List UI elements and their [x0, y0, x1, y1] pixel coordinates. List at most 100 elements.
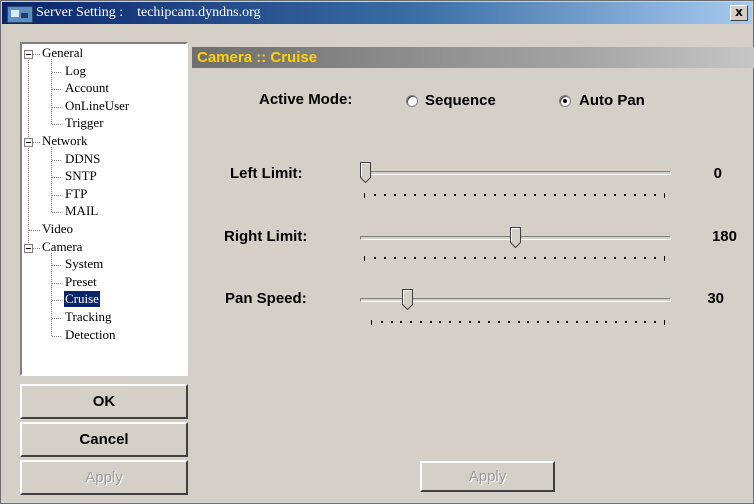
tree-item-tracking[interactable]: Tracking: [64, 309, 112, 327]
slider-tick: [584, 194, 586, 196]
tree-item-sntp[interactable]: SNTP: [64, 168, 98, 186]
tree-root-line: [28, 54, 29, 248]
slider-tick: [504, 194, 506, 196]
tree-item-ftp[interactable]: FTP: [64, 186, 88, 204]
slider-tick: [444, 194, 446, 196]
tree-connector: [52, 194, 62, 196]
slider-tick: [615, 321, 617, 323]
slider-tick: [364, 193, 365, 198]
slider-tick: [554, 257, 556, 259]
slider-tick: [594, 257, 596, 259]
slider-thumb[interactable]: [510, 227, 521, 248]
right-limit-label: Right Limit:: [224, 228, 308, 245]
cancel-button[interactable]: Cancel: [20, 422, 188, 457]
tree-connector: [52, 89, 62, 91]
tree-item-trigger[interactable]: Trigger: [64, 115, 105, 133]
slider-tick: [574, 257, 576, 259]
slider-tick: [394, 257, 396, 259]
slider-tick: [374, 194, 376, 196]
slider-tick: [478, 321, 480, 323]
slider-tick: [524, 194, 526, 196]
slider-tick: [430, 321, 432, 323]
close-button[interactable]: x: [730, 5, 748, 21]
tree-item-label: Video: [42, 221, 73, 236]
server-setting-window: Server Setting : techipcam.dyndns.org x G…: [0, 0, 754, 504]
collapse-icon[interactable]: [24, 243, 33, 253]
slider-tick: [644, 257, 646, 259]
slider-tick: [634, 194, 636, 196]
tree-item-account[interactable]: Account: [64, 80, 110, 98]
panel-title: Camera :: Cruise: [192, 47, 754, 68]
apply-button[interactable]: Apply: [420, 461, 555, 492]
slider-tick: [514, 257, 516, 259]
slider-tick: [404, 257, 406, 259]
slider-tick: [634, 257, 636, 259]
tree-item-mail[interactable]: MAIL: [64, 203, 99, 221]
title-bar[interactable]: Server Setting : techipcam.dyndns.org x: [2, 2, 752, 24]
slider-tick: [574, 194, 576, 196]
collapse-icon[interactable]: [24, 138, 33, 147]
slider-tick: [664, 320, 665, 325]
slider-thumb[interactable]: [360, 162, 371, 183]
pan-speed-label: Pan Speed:: [225, 290, 307, 307]
slider-tick: [614, 194, 616, 196]
app-icon: [7, 6, 33, 23]
slider-track[interactable]: [360, 171, 671, 175]
tree-item-detection[interactable]: Detection: [64, 327, 117, 345]
tree-item-system[interactable]: System: [64, 256, 104, 274]
tree-item-label: Account: [65, 80, 110, 96]
tree-connector: [52, 300, 62, 302]
tree-connector: [52, 177, 62, 179]
tree-item-label: General: [42, 45, 84, 60]
tree-item-label: MAIL: [65, 203, 99, 219]
slider-ticks: [364, 193, 666, 199]
tree-item-label: OnLineUser: [65, 97, 130, 113]
slider-tick: [384, 194, 386, 196]
slider-tick: [391, 321, 393, 323]
tree-item-network[interactable]: Network: [41, 133, 89, 151]
slider-tick: [434, 257, 436, 259]
slider-tick: [484, 194, 486, 196]
tree-item-preset[interactable]: Preset: [64, 274, 98, 292]
side-apply-button[interactable]: Apply: [20, 460, 188, 495]
ok-button[interactable]: OK: [20, 384, 188, 419]
slider-tick: [654, 321, 656, 323]
tree-item-label: SNTP: [65, 168, 97, 184]
slider-tick: [576, 321, 578, 323]
tree-item-label: Detection: [65, 326, 116, 342]
slider-tick: [414, 257, 416, 259]
window-title: Server Setting : techipcam.dyndns.org: [36, 5, 261, 21]
auto-pan-radio[interactable]: [559, 95, 571, 107]
tree-connector: [52, 282, 62, 284]
slider-tick: [454, 257, 456, 259]
slider-tick: [474, 257, 476, 259]
tree-item-general[interactable]: General: [41, 45, 84, 63]
slider-tick: [371, 320, 372, 325]
tree-item-onlineuser[interactable]: OnLineUser: [64, 98, 130, 116]
left-limit-value: 0: [713, 165, 722, 182]
sequence-radio[interactable]: [406, 95, 418, 107]
settings-tree[interactable]: General Log Account OnLineUser Trigger Networ…: [20, 42, 188, 376]
tree-item-log[interactable]: Log: [64, 63, 87, 81]
slider-tick: [594, 194, 596, 196]
slider-tick: [444, 257, 446, 259]
tree-item-camera[interactable]: Camera: [41, 239, 83, 257]
auto-pan-label[interactable]: Auto Pan: [579, 92, 645, 109]
tree-connector: [52, 212, 62, 214]
tree-connector: [52, 318, 62, 319]
slider-tick: [484, 257, 486, 259]
tree-item-ddns[interactable]: DDNS: [64, 151, 101, 169]
tree-item-cruise[interactable]: Cruise: [63, 290, 101, 309]
slider-tick: [469, 321, 471, 323]
slider-tick: [604, 257, 606, 259]
tree-item-video[interactable]: Video: [41, 221, 74, 239]
slider-thumb[interactable]: [402, 289, 413, 310]
slider-tick: [596, 321, 598, 323]
tree-connector: [52, 335, 62, 337]
collapse-icon[interactable]: [24, 50, 33, 59]
sequence-label[interactable]: Sequence: [425, 92, 496, 109]
slider-tick: [625, 321, 627, 323]
slider-tick: [635, 321, 637, 323]
slider-tick: [644, 194, 646, 196]
slider-tick: [449, 321, 451, 323]
